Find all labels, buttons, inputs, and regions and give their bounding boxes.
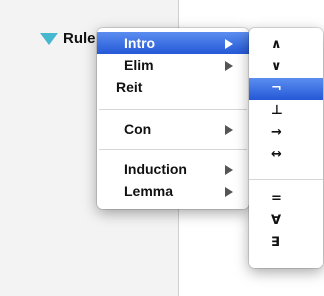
submenu-arrow-icon <box>225 187 233 197</box>
menu-separator <box>249 179 323 180</box>
menu-item-reit[interactable]: Reit <box>97 76 249 98</box>
submenu-item-label: ¬ <box>271 81 282 96</box>
submenu-item-biconditional[interactable]: ↔ <box>249 144 323 166</box>
submenu-item-exists[interactable]: ∃ <box>249 232 323 254</box>
submenu-item-forall[interactable]: ∀ <box>249 210 323 232</box>
submenu-item-label: ∀ <box>271 213 282 228</box>
menu-item-elim[interactable]: Elim <box>97 54 249 76</box>
rules-label: Rule <box>63 30 96 47</box>
menu-separator <box>99 149 247 150</box>
submenu-arrow-icon <box>225 125 233 135</box>
menu-item-label: Reit <box>116 79 143 95</box>
intro-submenu: ∧ ∨ ¬ ⊥ → ↔ = ∀ ∃ <box>249 28 323 268</box>
menu-item-label: Induction <box>124 161 187 177</box>
submenu-item-bottom[interactable]: ⊥ <box>249 100 323 122</box>
menu-item-con[interactable]: Con <box>97 118 249 140</box>
rule-menu: Intro Elim Reit Con Induction Lemma <box>97 28 249 209</box>
submenu-arrow-icon <box>225 61 233 71</box>
submenu-item-or[interactable]: ∨ <box>249 56 323 78</box>
menu-item-label: Con <box>124 121 152 137</box>
submenu-arrow-icon <box>225 39 233 49</box>
rules-row[interactable]: Rule <box>40 30 96 47</box>
menu-item-label: Elim <box>124 57 154 73</box>
submenu-item-label: → <box>271 125 282 140</box>
menu-separator <box>99 109 247 110</box>
submenu-item-label: = <box>271 191 282 206</box>
submenu-item-label: ↔ <box>271 147 282 162</box>
menu-item-label: Lemma <box>124 183 174 199</box>
menu-item-induction[interactable]: Induction <box>97 158 249 180</box>
submenu-item-identity[interactable]: = <box>249 188 323 210</box>
submenu-item-not[interactable]: ¬ <box>249 78 323 100</box>
submenu-item-and[interactable]: ∧ <box>249 34 323 56</box>
menu-item-label: Intro <box>124 35 156 51</box>
menu-item-lemma[interactable]: Lemma <box>97 180 249 202</box>
submenu-item-conditional[interactable]: → <box>249 122 323 144</box>
submenu-item-label: ∧ <box>271 37 282 52</box>
disclosure-triangle-icon[interactable] <box>40 32 58 45</box>
submenu-item-label: ∃ <box>271 235 280 250</box>
menu-item-intro[interactable]: Intro <box>97 32 249 54</box>
submenu-item-label: ∨ <box>271 59 282 74</box>
submenu-item-label: ⊥ <box>271 103 283 118</box>
submenu-arrow-icon <box>225 165 233 175</box>
